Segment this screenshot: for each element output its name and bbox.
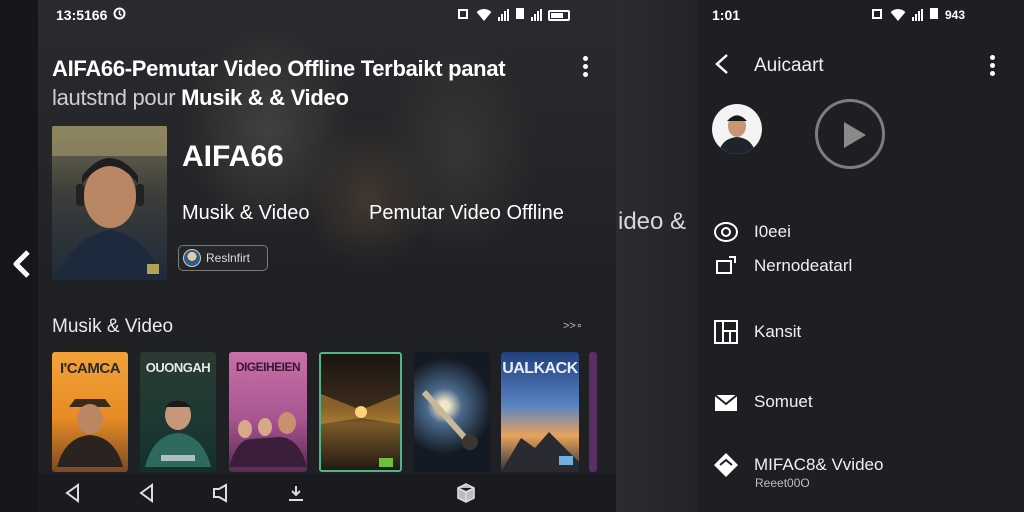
sim-icon: [929, 7, 939, 23]
menu-item-label: MIFAC8& Vvideo: [754, 455, 884, 474]
status-time-right: 1:01: [712, 7, 741, 23]
artist-name: AIFA66: [182, 140, 284, 173]
layout-icon: [712, 319, 740, 345]
menu-item[interactable]: I0eei: [712, 219, 791, 245]
hero-subtitle-left: Musik & Video: [182, 202, 310, 224]
hero-subtitle-right: Pemutar Video Offline: [369, 202, 564, 224]
see-all-link[interactable]: >>∘: [563, 319, 583, 332]
title-bold: Musik & & Video: [181, 85, 349, 110]
background-screen: ideo &: [616, 0, 698, 512]
alarm-icon: [113, 7, 126, 23]
menu-item-subtitle: Reeet00O: [755, 476, 810, 490]
rotate-icon: [456, 7, 470, 24]
video-card[interactable]: [414, 352, 490, 472]
bottom-navigation: [38, 474, 616, 512]
profile-chip[interactable]: Reslnfirt: [178, 245, 268, 271]
avatar[interactable]: [712, 104, 762, 154]
card-artwork: [421, 390, 478, 450]
wifi-icon: [890, 9, 906, 21]
video-card[interactable]: UALKACK: [501, 352, 579, 472]
speaker-icon[interactable]: [210, 482, 232, 504]
signal-icon: [912, 9, 923, 21]
chevron-left-icon[interactable]: [8, 248, 36, 280]
crop-icon: [712, 253, 740, 279]
status-icons-right: 943: [870, 6, 965, 24]
rotate-icon: [870, 7, 884, 24]
menu-item[interactable]: MIFAC8& Vvideo: [712, 452, 883, 478]
artist-poster[interactable]: [52, 126, 167, 280]
avatar: [183, 249, 201, 267]
menu-item-label: I0eei: [754, 222, 791, 241]
battery-text: 943: [945, 8, 966, 22]
back-arrow-icon[interactable]: [712, 52, 734, 76]
wifi-icon: [476, 9, 492, 21]
back-icon[interactable]: [62, 482, 84, 504]
card-person: [55, 377, 125, 472]
mail-icon: [712, 389, 740, 415]
menu-item[interactable]: Nernodeatarl: [712, 253, 852, 279]
status-bar-right: 1:01: [712, 6, 740, 24]
signal-icon-2: [531, 9, 542, 21]
video-card[interactable]: I'CAMCA: [52, 352, 128, 472]
background-text: ideo &: [618, 208, 687, 235]
signal-icon: [498, 9, 509, 21]
video-card[interactable]: OUONGAH: [140, 352, 216, 472]
card-person: [143, 387, 213, 472]
menu-item-label: Somuet: [754, 392, 813, 411]
menu-item-label: Nernodeatarl: [754, 256, 853, 275]
menu-item-label: Kansit: [754, 322, 802, 341]
battery-icon: [548, 9, 570, 21]
back-icon-2[interactable]: [136, 482, 158, 504]
sim-icon: [515, 7, 525, 23]
section-title: Musik & Video: [52, 316, 174, 337]
card-people: [229, 407, 307, 472]
card-title: DIGEIHEIEN: [235, 360, 301, 374]
box-icon[interactable]: [455, 482, 477, 504]
play-button[interactable]: [815, 99, 885, 169]
video-card-partial[interactable]: [589, 352, 597, 472]
at-icon: [712, 219, 740, 245]
video-card[interactable]: DIGEIHEIEN: [229, 352, 307, 472]
menu-item[interactable]: Somuet: [712, 389, 813, 415]
page-title: AIFA66-Pemutar Video Offline Terbaikt pa…: [52, 54, 572, 112]
side-menu-title: Auicaart: [754, 55, 824, 76]
menu-item[interactable]: Kansit: [712, 319, 801, 345]
chip-label: Reslnfirt: [206, 251, 251, 265]
diamond-icon: [712, 452, 740, 478]
download-icon[interactable]: [285, 482, 307, 504]
more-options-icon[interactable]: [583, 56, 589, 77]
card-artwork: [501, 432, 579, 472]
status-icons-left: [456, 6, 570, 24]
video-card-selected[interactable]: [319, 352, 402, 472]
status-bar-left: 13:5166: [56, 6, 126, 24]
card-title: I'CAMCA: [59, 360, 121, 377]
title-prefix: lautstnd pour: [52, 85, 176, 110]
status-time: 13:5166: [56, 7, 108, 23]
title-line-2: lautstnd pour Musik & & Video: [52, 83, 572, 112]
more-options-icon[interactable]: [990, 55, 996, 76]
title-line-1: AIFA66-Pemutar Video Offline Terbaikt pa…: [52, 56, 506, 81]
card-artwork: [321, 394, 400, 467]
card-title: OUONGAH: [145, 360, 211, 375]
